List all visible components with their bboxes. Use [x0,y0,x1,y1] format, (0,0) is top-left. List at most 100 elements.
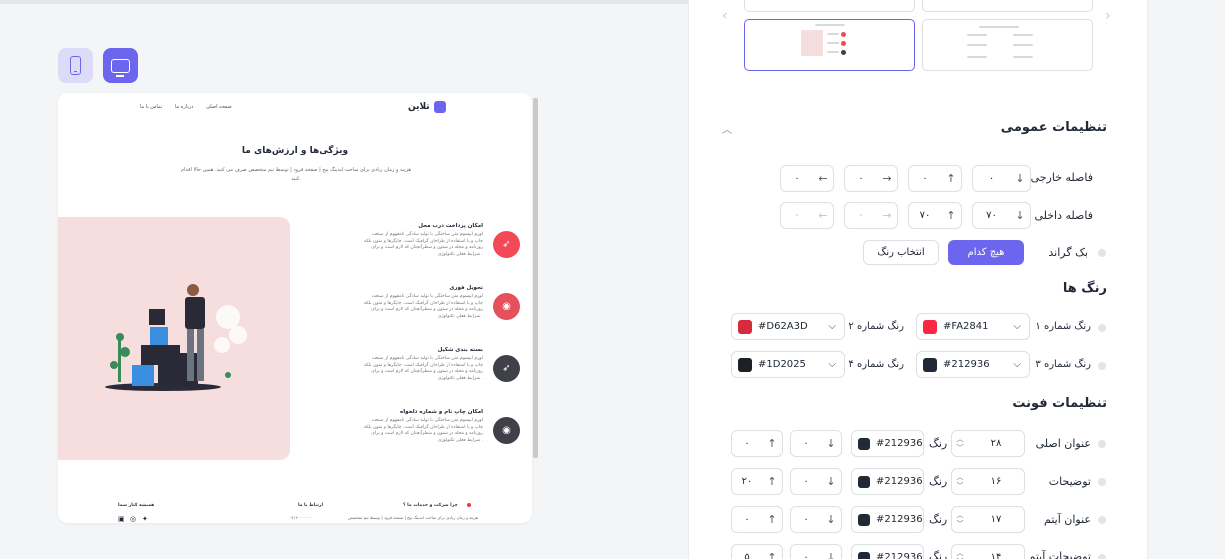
chevron-up-icon[interactable]: ︿ [957,473,964,482]
nav-item-about[interactable]: درباره ما [175,104,193,110]
outer-spacing-right[interactable]: ۰ → [844,165,898,192]
feature-body: لورم ایپسوم متن ساختگی با تولید سادگی نا… [363,294,483,319]
font-radio[interactable] [1098,478,1106,486]
outer-spacing-label: فاصله خارجی [1030,171,1093,184]
chevron-down-icon: ⌵ [1013,321,1021,332]
font-margin-bottom[interactable]: ۰ ↓ [790,506,842,533]
font-margin-bottom[interactable]: ۰ ↓ [790,468,842,495]
color-2-select[interactable]: #D62A3D ⌵ [731,313,845,340]
font-margin-top[interactable]: ۲۰ ↑ [731,468,783,495]
font-radio[interactable] [1098,516,1106,524]
font-margin-top[interactable]: ۰ ↑ [731,430,783,457]
chevron-down-icon: ⌵ [828,359,836,370]
carousel-prev-icon[interactable]: ‹ [722,8,728,24]
chevron-up-icon[interactable]: ︿ [957,549,964,558]
font-size-stepper[interactable]: ︿﹀ ۱۴ [951,544,1025,559]
illustration-panel [58,217,290,460]
arrow-up-icon: ↑ [767,475,777,488]
font-color-picker[interactable]: #212936 [851,468,924,495]
font-margin-bottom[interactable]: ۰ ↓ [790,544,842,559]
feature-item: امکان چاپ نام و شماره دلخواه لورم ایپسوم… [330,409,520,459]
chevron-down-icon[interactable]: ﹀ [957,520,964,529]
color-3-select[interactable]: #212936 ⌵ [916,351,1030,378]
color-word: رنگ [929,475,948,488]
person-with-boxes-illustration [105,284,247,391]
font-color-picker[interactable]: #212936 [851,430,924,457]
font-color-picker[interactable]: #212936 [851,544,924,559]
collapse-icon[interactable]: ︿ [722,121,732,136]
feature-body: لورم ایپسوم متن ساختگی با تولید سادگی نا… [363,232,483,257]
color-2-swatch [738,319,752,334]
color-radio[interactable] [1098,324,1106,332]
chevron-up-icon[interactable]: ︿ [957,511,964,520]
background-label: بک گراند [1048,246,1088,259]
font-row-label: توضیحات آیتم [1028,550,1091,559]
color-3-swatch [923,357,937,372]
font-size-stepper[interactable]: ︿ ﹀ ۲۸ [951,430,1025,457]
background-radio[interactable] [1098,249,1106,257]
template-thumb[interactable] [922,19,1093,71]
font-row-label: توضیحات [1048,475,1091,488]
inner-spacing-top[interactable]: ۷۰ ↑ [908,202,962,229]
twitter-icon[interactable]: ✦ [142,515,148,523]
font-color-swatch [858,513,870,526]
instagram-icon[interactable]: ◎ [130,515,136,523]
arrow-up-icon: ↑ [767,437,777,450]
preview-scrollbar[interactable] [533,98,538,458]
color-4-select[interactable]: #1D2025 ⌵ [731,351,845,378]
inner-spacing-left[interactable]: - ← [780,202,834,229]
template-thumb-selected[interactable] [744,19,915,71]
font-radio[interactable] [1098,440,1106,448]
template-thumb[interactable] [922,0,1093,12]
linkedin-icon[interactable]: ▣ [118,515,125,523]
location-pin-icon: ◉ [493,417,520,444]
footer-col2-title: ارتباط با ما [298,503,324,508]
chevron-down-icon[interactable]: ﹀ [957,444,964,453]
settings-panel: ‹ › ︿ تنظیمات عمومی فاصله خارجی ۰ ↓ ۰ ↑ … [688,0,1148,559]
color-4-label: رنگ شماره ۴ [848,359,904,370]
font-margin-top[interactable]: ۵ ↑ [731,544,783,559]
color-word: رنگ [929,513,948,526]
colors-title: رنگ ها [1062,281,1107,296]
font-radio[interactable] [1098,554,1106,559]
inner-spacing-right[interactable]: - → [844,202,898,229]
font-size-stepper[interactable]: ︿ ﹀ ۱۶ [951,468,1025,495]
feature-title: امکان پرداخت درب محل [418,223,483,229]
outer-spacing-top[interactable]: ۰ ↑ [908,165,962,192]
outer-spacing-left[interactable]: ۰ ← [780,165,834,192]
monitor-icon [111,58,130,77]
color-radio[interactable] [1098,362,1106,370]
font-size-stepper[interactable]: ︿ ﹀ ۱۷ [951,506,1025,533]
feature-title: بسته بندی شکیل [437,347,483,353]
desktop-preview-button[interactable] [103,48,138,83]
bg-none-button[interactable]: هیچ کدام [948,240,1024,265]
color-word: رنگ [929,437,948,450]
chevron-down-icon[interactable]: ﹀ [957,482,964,491]
font-margin-bottom[interactable]: ۰ ↓ [790,430,842,457]
color-1-select[interactable]: #FA2841 ⌵ [916,313,1030,340]
mobile-preview-button[interactable] [58,48,93,83]
arrow-down-icon: ↓ [826,551,836,559]
template-thumb[interactable] [744,0,915,12]
arrow-down-icon: ↓ [1015,209,1025,222]
font-color-picker[interactable]: #212936 [851,506,924,533]
color-3-label: رنگ شماره ۳ [1035,359,1091,370]
feature-title: امکان چاپ نام و شماره دلخواه [400,409,483,415]
carousel-next-icon[interactable]: › [1105,8,1111,24]
inner-spacing-bottom[interactable]: ۷۰ ↓ [972,202,1031,229]
color-2-label: رنگ شماره ۲ [848,321,904,332]
bg-pick-color-button[interactable]: انتخاب رنگ [863,240,939,265]
nav-item-home[interactable]: صفحه اصلی [206,104,232,110]
top-strip [0,0,688,4]
location-pin-icon: ◉ [493,293,520,320]
nav-item-contact[interactable]: تماس با ما [140,104,162,110]
chevron-down-icon: ⌵ [828,321,836,332]
feature-title: تحویل فوری [449,285,483,291]
chevron-up-icon[interactable]: ︿ [957,435,964,444]
color-4-swatch [738,357,752,372]
font-margin-top[interactable]: ۰ ↑ [731,506,783,533]
outer-spacing-bottom[interactable]: ۰ ↓ [972,165,1031,192]
preview-subtitle: هزینه و زمان زیادی برای ساخت لندینگ پیج … [181,167,411,182]
font-color-swatch [858,437,870,450]
app-root: صفحه اصلی درباره ما تماس با ما تلاین ویژ… [0,0,1225,559]
